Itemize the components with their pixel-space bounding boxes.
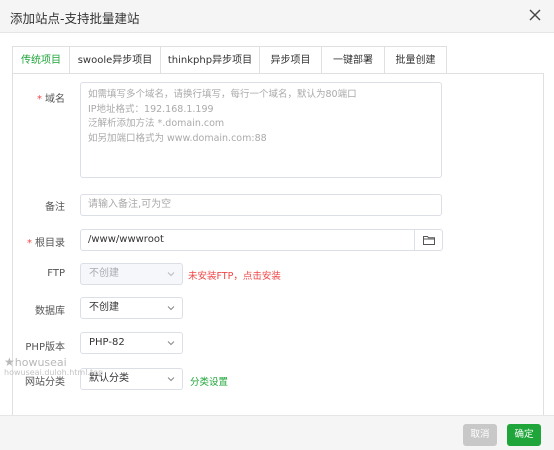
- close-icon[interactable]: [526, 6, 544, 24]
- php-label: PHP版本: [25, 342, 65, 353]
- category-settings-link[interactable]: 分类设置: [190, 374, 228, 388]
- remark-input[interactable]: 请输入备注,可为空: [80, 194, 442, 216]
- watermark-sub: howuseai.duloh.html.top: [4, 368, 104, 377]
- root-input[interactable]: /www/wwwroot: [80, 229, 415, 251]
- domain-placeholder-line: 如另加端口格式为 www.domain.com:88: [88, 132, 267, 144]
- tab-thinkphp[interactable]: thinkphp异步项目: [160, 46, 260, 73]
- dialog-footer: 取消 确定: [0, 415, 554, 450]
- dialog-title: 添加站点-支持批量建站: [10, 11, 140, 26]
- confirm-button[interactable]: 确定: [507, 424, 541, 446]
- tab-traditional[interactable]: 传统项目: [12, 46, 70, 74]
- folder-icon: [423, 236, 435, 245]
- ftp-label: FTP: [47, 268, 65, 279]
- root-label: * 根目录: [27, 238, 65, 249]
- database-select-value: 不创建: [89, 302, 119, 313]
- php-select-value: PHP-82: [89, 337, 125, 348]
- tab-async[interactable]: 异步项目: [259, 46, 322, 73]
- watermark: ★howuseai: [4, 355, 67, 369]
- add-site-dialog: 添加站点-支持批量建站 传统项目 swoole异步项目 thinkphp异步项目…: [0, 0, 554, 450]
- install-ftp-link[interactable]: 未安装FTP，点击安装: [188, 268, 281, 282]
- chevron-down-icon: [167, 272, 175, 277]
- remark-label: 备注: [45, 202, 65, 213]
- tab-batch-create[interactable]: 批量创建: [384, 46, 447, 73]
- domain-textarea[interactable]: 如需填写多个域名，请换行填写，每行一个域名，默认为80端口 IP地址格式：192…: [80, 82, 442, 178]
- ftp-select: 不创建: [80, 263, 183, 285]
- star-icon: ★: [4, 355, 15, 369]
- tab-one-click-deploy[interactable]: 一键部署: [321, 46, 385, 73]
- cancel-button[interactable]: 取消: [463, 424, 497, 446]
- browse-folder-button[interactable]: [414, 229, 443, 251]
- chevron-down-icon: [167, 377, 175, 382]
- domain-label: * 域名: [37, 94, 65, 105]
- domain-placeholder-line: 泛解析添加方法 *.domain.com: [88, 118, 225, 129]
- database-select[interactable]: 不创建: [80, 297, 183, 319]
- ftp-select-value: 不创建: [89, 268, 119, 279]
- dialog-titlebar: 添加站点-支持批量建站: [0, 0, 554, 33]
- database-label: 数据库: [35, 306, 65, 317]
- chevron-down-icon: [167, 306, 175, 311]
- php-version-select[interactable]: PHP-82: [80, 332, 183, 354]
- domain-placeholder-line: IP地址格式：192.168.1.199: [88, 103, 214, 115]
- tab-swoole[interactable]: swoole异步项目: [69, 46, 161, 73]
- domain-placeholder-line: 如需填写多个域名，请换行填写，每行一个域名，默认为80端口: [88, 89, 357, 100]
- chevron-down-icon: [167, 341, 175, 346]
